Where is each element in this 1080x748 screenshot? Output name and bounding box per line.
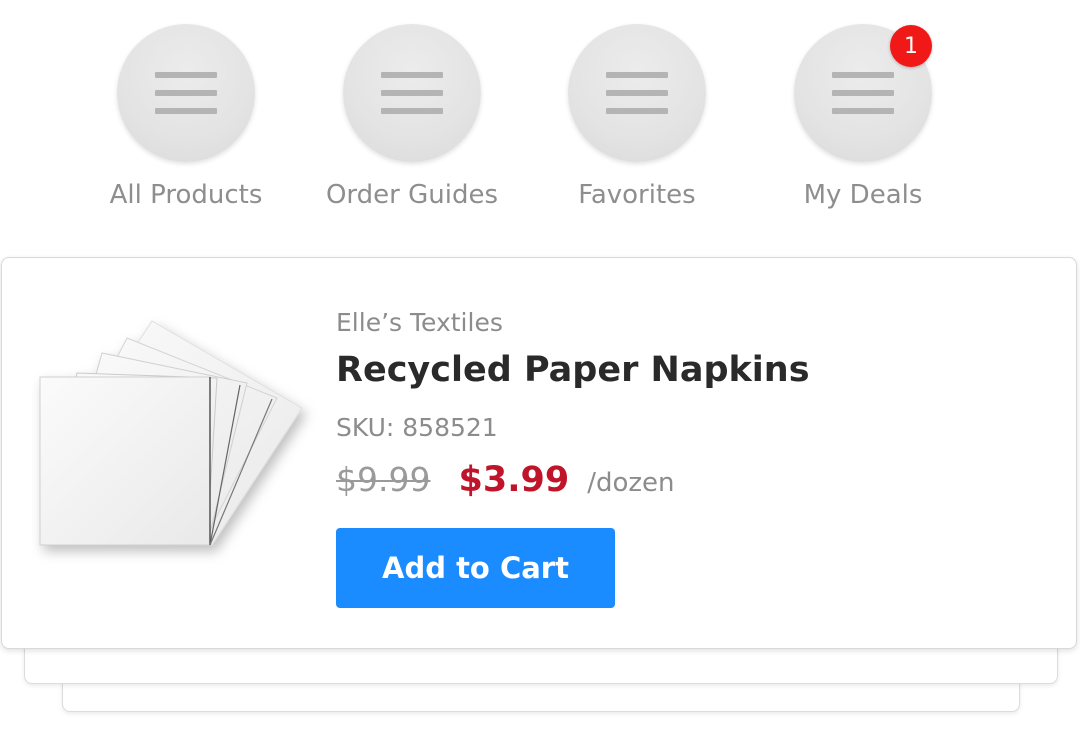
product-sku: SKU: 858521 (336, 413, 498, 442)
original-price: $9.99 (336, 460, 431, 499)
menu-icon[interactable]: 1 (794, 24, 932, 162)
add-to-cart-button[interactable]: Add to Cart (336, 528, 615, 608)
sale-price: $3.99 (458, 460, 570, 500)
category-all-products[interactable]: All Products (66, 24, 306, 210)
category-label: Order Guides (325, 180, 499, 210)
category-label: All Products (109, 180, 263, 210)
product-brand: Elle’s Textiles (336, 308, 503, 337)
menu-icon[interactable] (117, 24, 255, 162)
menu-icon[interactable] (343, 24, 481, 162)
category-label: Favorites (578, 180, 696, 210)
category-order-guides[interactable]: Order Guides (292, 24, 532, 210)
menu-icon[interactable] (568, 24, 706, 162)
deal-product-card[interactable]: Elle’s Textiles Recycled Paper Napkins S… (1, 257, 1077, 649)
category-my-deals[interactable]: 1 My Deals (743, 24, 983, 210)
notification-badge: 1 (890, 25, 932, 67)
paper-napkins-image (39, 320, 303, 546)
category-favorites[interactable]: Favorites (517, 24, 757, 210)
price-row: $9.99 $3.99 /dozen (336, 460, 675, 500)
category-label: My Deals (803, 180, 923, 210)
product-name[interactable]: Recycled Paper Napkins (336, 350, 810, 390)
price-unit: /dozen (587, 468, 675, 498)
